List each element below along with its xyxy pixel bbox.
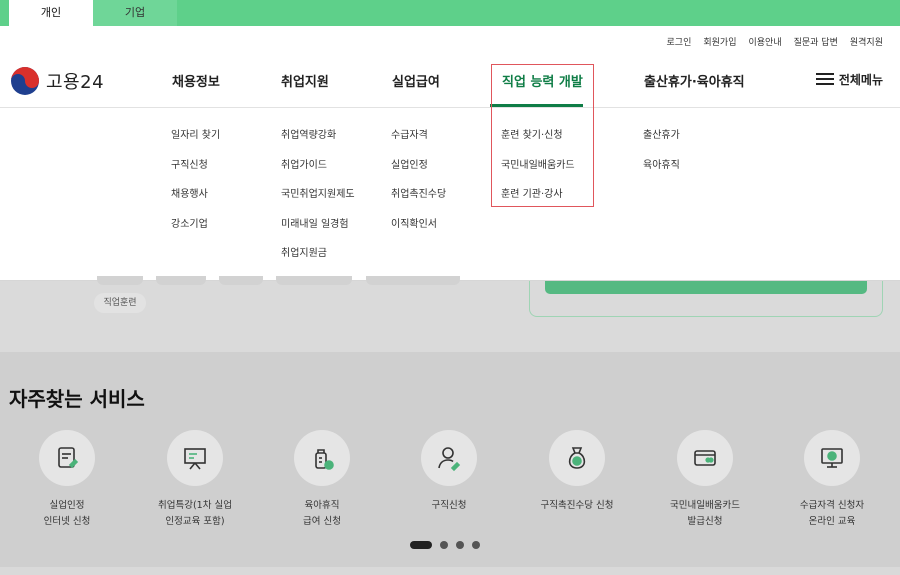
presentation-board-icon [167, 430, 223, 486]
login-link[interactable]: 로그인 [667, 35, 692, 48]
all-menu-button[interactable]: 전체메뉴 [815, 71, 883, 88]
hamburger-icon [815, 73, 834, 86]
frequent-services-section: 자주찾는 서비스 실업인정인터넷 신청 취업특강(1차 실업인정교육 포함) [0, 352, 900, 567]
service-item[interactable]: 취업특강(1차 실업 인정교육 포함) [130, 430, 260, 530]
service-item[interactable]: 구직촉진수당 신청 [512, 430, 642, 514]
service-label: 육아휴직 급여 신청 [303, 500, 341, 527]
logo-text: 고용24 [46, 72, 105, 93]
submenu-employability[interactable]: 취업역량강화 [281, 126, 336, 141]
service-label: 구직신청 [431, 500, 467, 511]
keyword-tag[interactable]: 직업훈련 [94, 293, 146, 313]
gnb-parental-leave[interactable]: 출산휴가·육아휴직 [644, 71, 745, 90]
person-pen-icon [421, 430, 477, 486]
document-pen-icon [39, 430, 95, 486]
service-item[interactable]: 국민내일배움카드 발급신청 [640, 430, 770, 530]
background-pill [276, 276, 352, 285]
service-label: 취업특강(1차 실업 인정교육 포함) [158, 500, 232, 527]
carousel-pagination [410, 541, 480, 549]
government-emblem-icon [11, 67, 39, 95]
section-title: 자주찾는 서비스 [9, 387, 145, 411]
submenu-parental-leave[interactable]: 육아휴직 [643, 156, 680, 171]
submenu-small-giants[interactable]: 강소기업 [171, 215, 208, 230]
top-tab-bar: 개인 기업 [0, 0, 900, 26]
background-pill [97, 276, 143, 285]
all-menu-label: 전체메뉴 [838, 73, 883, 87]
carousel-dot[interactable] [472, 541, 480, 549]
service-label: 구직촉진수당 신청 [540, 500, 614, 511]
monitor-play-icon [804, 430, 860, 486]
submenu-find-job[interactable]: 일자리 찾기 [171, 126, 220, 141]
carousel-dot[interactable] [440, 541, 448, 549]
gnb-jobs[interactable]: 채용정보 [172, 71, 220, 90]
submenu-maternity-leave[interactable]: 출산휴가 [643, 126, 680, 141]
submenu-separation-certificate[interactable]: 이직확인서 [391, 215, 437, 230]
service-label: 국민내일배움카드 발급신청 [670, 500, 740, 527]
background-pill [219, 276, 263, 285]
qna-link[interactable]: 질문과 답변 [794, 35, 838, 48]
site-logo[interactable]: 고용24 [10, 66, 104, 96]
background-pill [156, 276, 206, 285]
carousel-dot-active[interactable] [410, 541, 432, 549]
submenu-national-employment-support[interactable]: 국민취업지원제도 [281, 185, 355, 200]
submenu-unemployment-recognition[interactable]: 실업인정 [391, 156, 428, 171]
utility-links: 로그인 회원가입 이용안내 질문과 답변 원격지원 [667, 35, 883, 48]
credit-card-icon [677, 430, 733, 486]
service-item[interactable]: 실업인정 인터넷 신청 [2, 430, 132, 530]
gnb-unemployment-benefit[interactable]: 실업급여 [392, 71, 440, 90]
submenu-hiring-events[interactable]: 채용행사 [171, 185, 208, 200]
site-header: 로그인 회원가입 이용안내 질문과 답변 원격지원 고용24 채용정보 취업지원… [0, 26, 900, 108]
signup-link[interactable]: 회원가입 [703, 35, 736, 48]
bottom-strip [0, 567, 900, 575]
submenu-eligibility[interactable]: 수급자격 [391, 126, 428, 141]
submenu-work-experience[interactable]: 미래내일 일경험 [281, 215, 349, 230]
submenu-employment-subsidy[interactable]: 취업지원금 [281, 244, 327, 259]
highlight-box [491, 64, 594, 207]
remote-support-link[interactable]: 원격지원 [850, 35, 883, 48]
gnb-employment-support[interactable]: 취업지원 [281, 71, 329, 90]
search-card-button[interactable] [545, 281, 867, 294]
money-bag-icon [549, 430, 605, 486]
background-pill [366, 276, 460, 285]
tab-personal[interactable]: 개인 [9, 0, 93, 26]
tab-business[interactable]: 기업 [93, 0, 177, 26]
service-label: 수급자격 신청자 온라인 교육 [799, 500, 865, 527]
submenu-job-guide[interactable]: 취업가이드 [281, 156, 327, 171]
service-item[interactable]: 구직신청 [384, 430, 514, 514]
submenu-reemployment-allowance[interactable]: 취업촉진수당 [391, 185, 446, 200]
service-item[interactable]: 육아휴직 급여 신청 [257, 430, 387, 530]
mega-menu-panel: 일자리 찾기 구직신청 채용행사 강소기업 취업역량강화 취업가이드 국민취업지… [0, 108, 900, 281]
submenu-job-application[interactable]: 구직신청 [171, 156, 208, 171]
service-item[interactable]: 수급자격 신청자 온라인 교육 [767, 430, 897, 530]
carousel-dot[interactable] [456, 541, 464, 549]
guide-link[interactable]: 이용안내 [748, 35, 781, 48]
service-label: 실업인정 인터넷 신청 [43, 500, 91, 527]
baby-bottle-icon [294, 430, 350, 486]
